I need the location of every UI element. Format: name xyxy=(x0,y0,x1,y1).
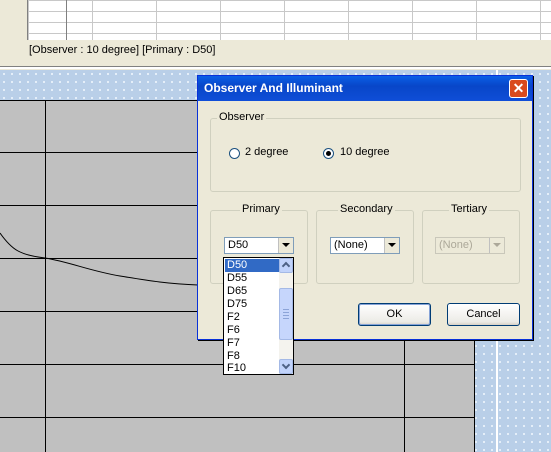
grip-icon xyxy=(283,318,289,319)
observer-status-text: [Observer : 10 degree] [Primary : D50] xyxy=(29,44,216,56)
tertiary-group: Tertiary (None) xyxy=(422,203,520,284)
list-item-d65[interactable]: D65 xyxy=(225,285,280,298)
secondary-group-label: Secondary xyxy=(338,203,395,215)
list-item-d55[interactable]: D55 xyxy=(225,272,280,285)
row-header-column xyxy=(28,0,67,40)
chevron-down-icon[interactable] xyxy=(278,238,293,253)
list-item-f10[interactable]: F10 xyxy=(225,362,280,375)
observer-10-degree-radio[interactable] xyxy=(323,148,334,159)
primary-group-label: Primary xyxy=(240,203,282,215)
panel-divider xyxy=(0,66,551,69)
primary-combo-value: D50 xyxy=(228,239,249,251)
primary-illuminant-combo[interactable]: D50 xyxy=(224,237,294,254)
primary-illuminant-list[interactable]: D50 D55 D65 D75 F2 F6 F7 F8 F10 xyxy=(223,257,294,375)
cancel-button[interactable]: Cancel xyxy=(447,303,520,326)
top-panel: [Observer : 10 degree] [Primary : D50] xyxy=(0,0,551,66)
chevron-down-icon[interactable] xyxy=(384,238,399,253)
chevron-down-icon xyxy=(489,238,504,253)
list-item-f2[interactable]: F2 xyxy=(225,311,280,324)
ok-button[interactable]: OK xyxy=(358,303,431,326)
dialog-title: Observer And Illuminant xyxy=(204,81,343,95)
secondary-group: Secondary (None) xyxy=(316,203,414,284)
secondary-combo-value: (None) xyxy=(334,239,368,251)
observer-group-label: Observer xyxy=(217,111,267,123)
list-item-f6[interactable]: F6 xyxy=(225,324,280,337)
list-scrollbar[interactable] xyxy=(279,258,293,374)
tertiary-combo-value: (None) xyxy=(439,239,473,251)
grip-icon xyxy=(283,309,289,310)
list-item-f7[interactable]: F7 xyxy=(225,337,280,350)
scroll-down-icon[interactable] xyxy=(279,359,293,374)
scrollbar-thumb[interactable] xyxy=(279,288,293,340)
grip-icon xyxy=(283,315,289,316)
close-button[interactable]: ✕ xyxy=(509,79,528,98)
list-item-d50[interactable]: D50 xyxy=(225,259,280,272)
observer-10-degree-label[interactable]: 10 degree xyxy=(340,146,390,158)
tertiary-illuminant-combo: (None) xyxy=(435,237,505,254)
scroll-up-icon[interactable] xyxy=(279,258,293,273)
spreadsheet-grid[interactable] xyxy=(27,0,551,40)
grip-icon xyxy=(283,312,289,313)
observer-group: Observer 2 degree 10 degree xyxy=(210,111,521,192)
tertiary-group-label: Tertiary xyxy=(449,203,490,215)
secondary-illuminant-combo[interactable]: (None) xyxy=(330,237,400,254)
dialog-title-bar[interactable]: Observer And Illuminant ✕ xyxy=(198,76,532,101)
observer-2-degree-label[interactable]: 2 degree xyxy=(245,146,288,158)
observer-2-degree-radio[interactable] xyxy=(229,148,240,159)
list-item-d75[interactable]: D75 xyxy=(225,298,280,311)
